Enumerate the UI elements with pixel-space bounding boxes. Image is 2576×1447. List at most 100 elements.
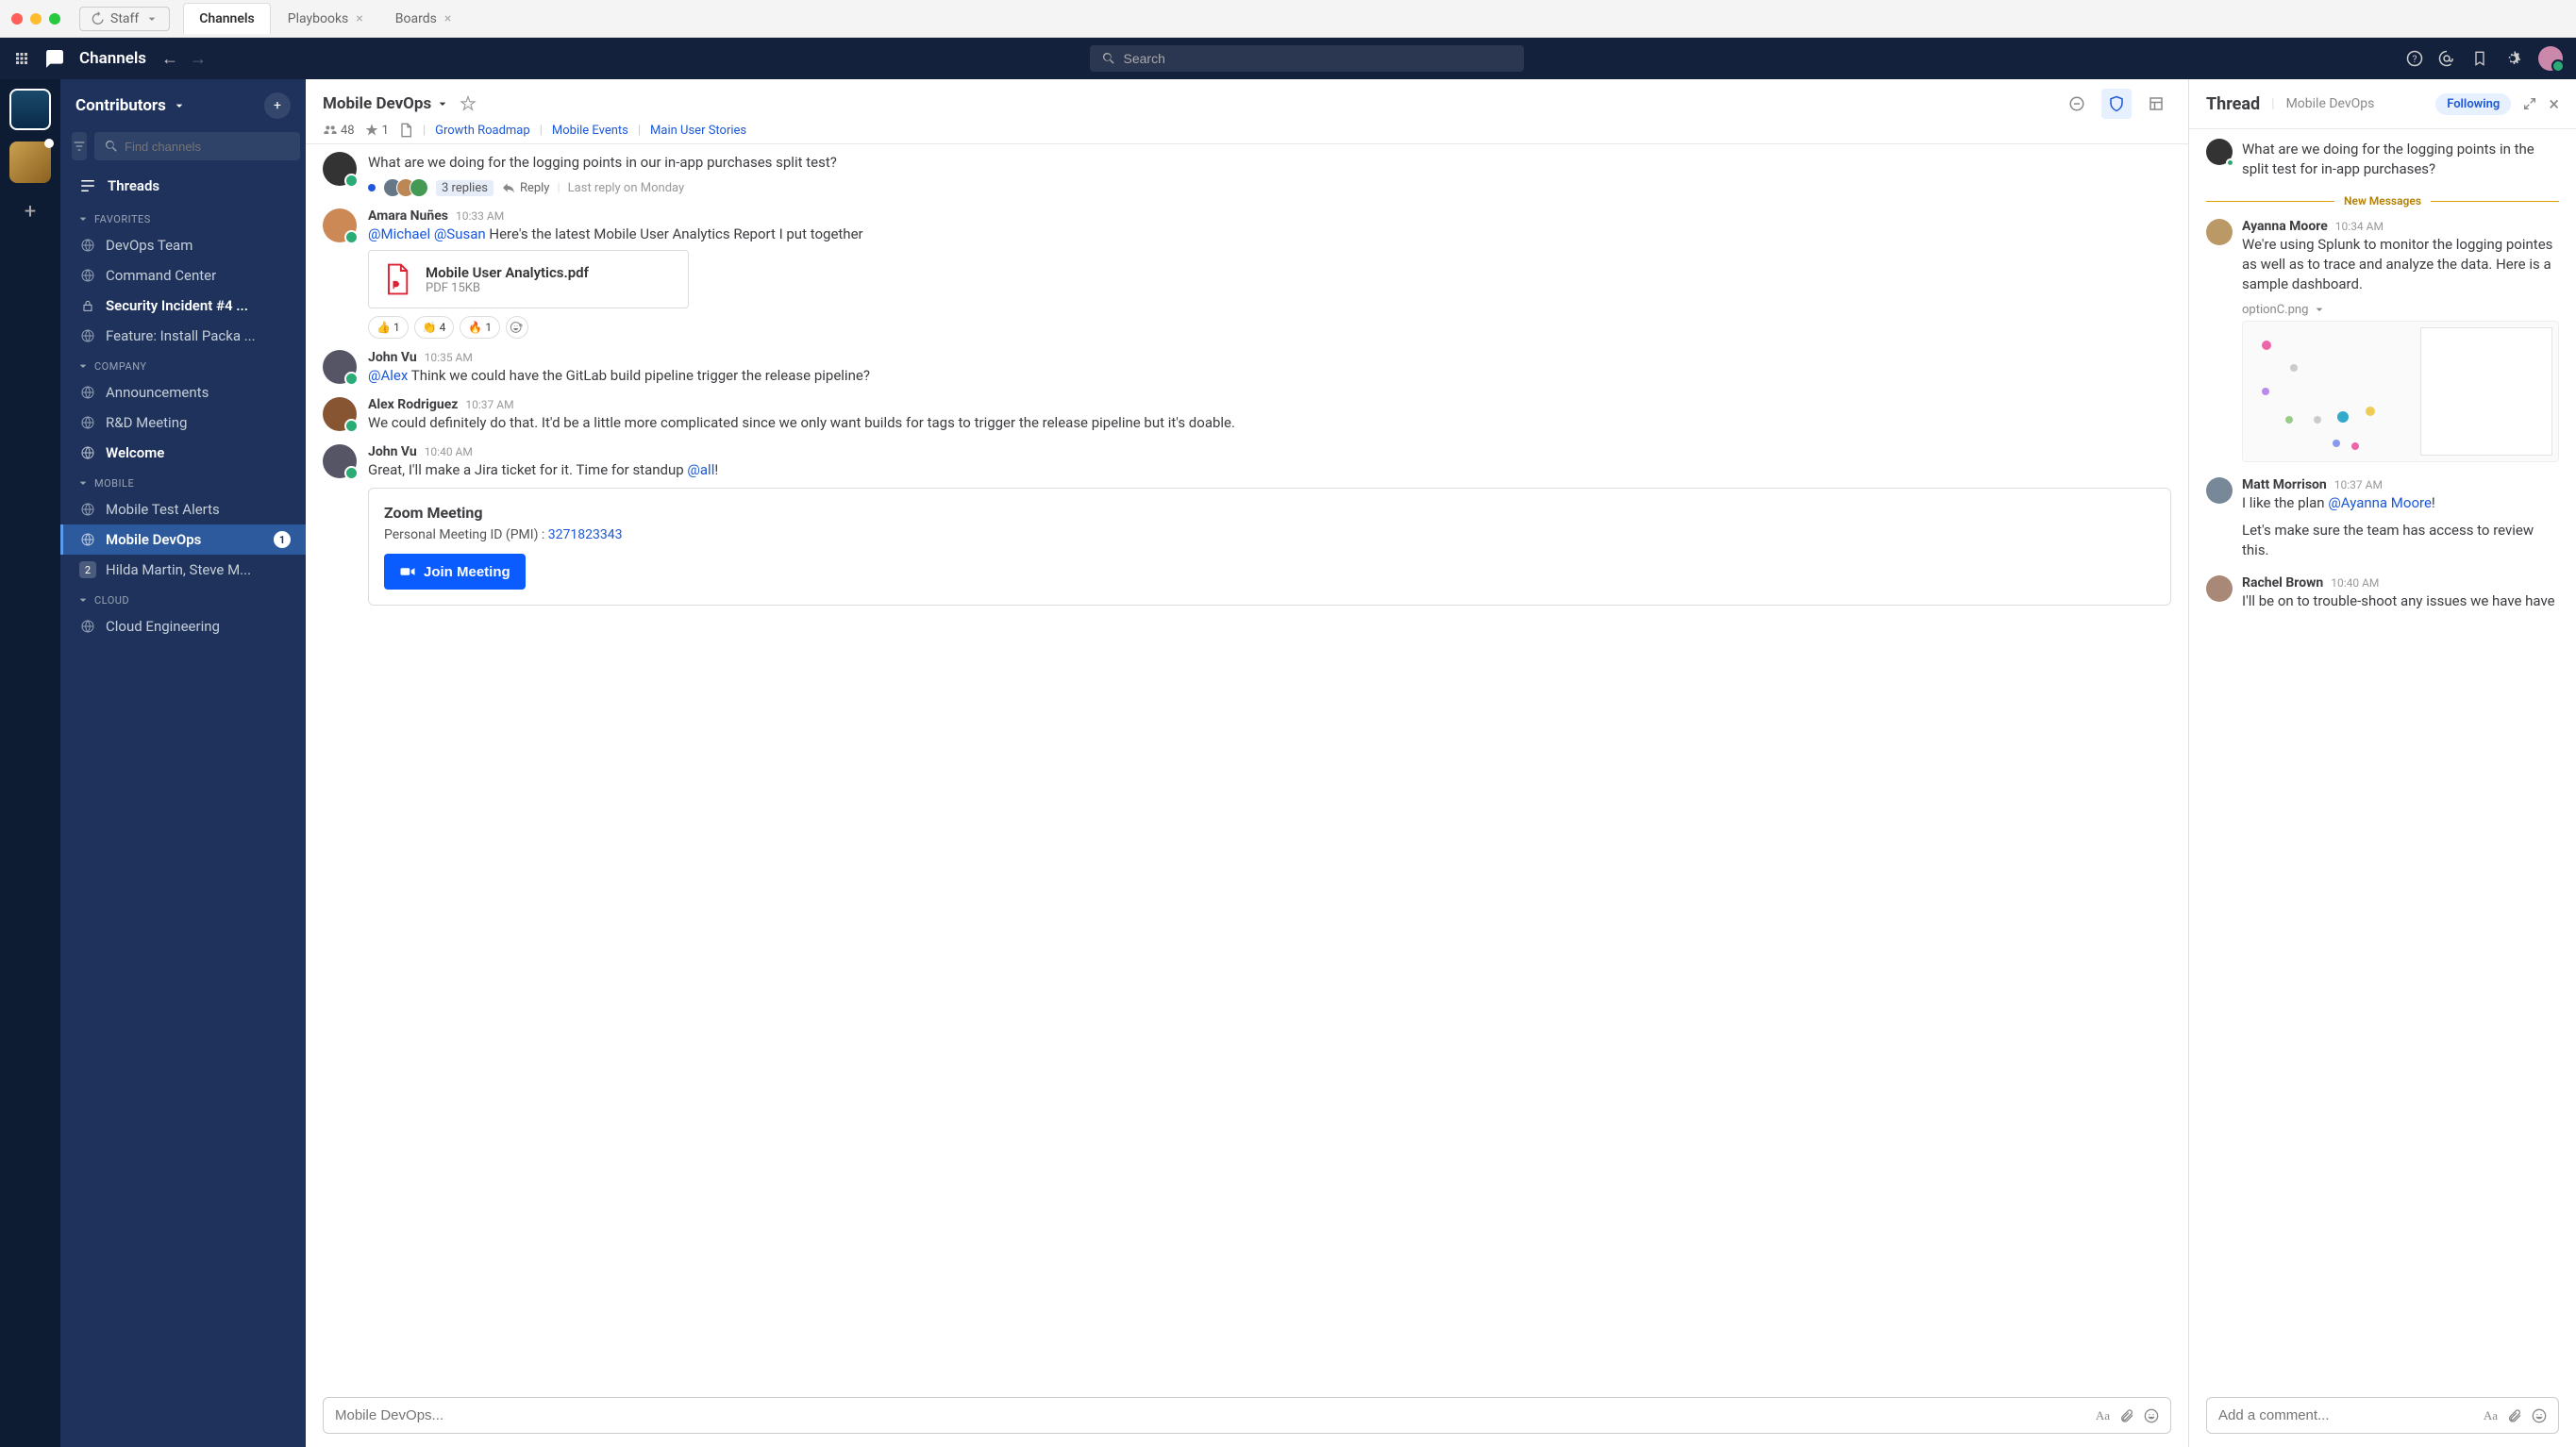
sidebar-channel[interactable]: Command Center [60,260,306,291]
tab-playbooks[interactable]: Playbooks × [273,3,378,34]
close-window[interactable] [11,13,23,25]
channel-name-dropdown[interactable]: Mobile DevOps [323,94,450,113]
avatar[interactable] [323,208,357,242]
server-other[interactable] [9,141,51,183]
author[interactable]: Amara Nuñes [368,208,448,224]
pinned-count[interactable]: 1 [364,123,389,138]
avatar[interactable] [323,444,357,478]
mention[interactable]: @Michael [368,225,430,242]
author[interactable]: John Vu [368,444,417,459]
close-icon[interactable]: × [444,11,451,26]
message-composer[interactable]: Aa [323,1397,2171,1434]
saved-icon[interactable] [2472,50,2487,67]
image-preview[interactable] [2242,321,2559,462]
section-header[interactable]: CLOUD [60,585,306,611]
search-input[interactable] [1124,51,1513,66]
new-button[interactable]: + [264,92,291,119]
add-server[interactable]: + [13,194,47,228]
find-input[interactable] [125,140,291,154]
file-attachment[interactable]: Mobile User Analytics.pdf PDF 15KB [368,250,689,308]
avatar[interactable] [323,397,357,431]
security-icon[interactable] [2101,89,2132,119]
mentions-icon[interactable] [2438,50,2455,67]
thread-input[interactable] [2218,1407,2474,1423]
close-icon[interactable]: × [356,11,362,26]
thread-composer[interactable]: Aa [2206,1397,2559,1434]
sidebar-channel[interactable]: Announcements [60,377,306,407]
mention[interactable]: @Susan [434,225,486,242]
header-link[interactable]: Main User Stories [650,124,746,138]
tab-channels[interactable]: Channels [183,3,271,34]
reply-link[interactable]: Reply [501,180,550,195]
composer-input[interactable] [335,1407,2086,1423]
mention[interactable]: @Ayanna Moore [2328,494,2432,511]
settings-icon[interactable] [2504,50,2521,67]
maximize-window[interactable] [49,13,60,25]
attachment-icon[interactable] [2507,1408,2522,1423]
header-link[interactable]: Mobile Events [552,124,628,138]
avatar[interactable] [323,152,357,186]
author[interactable]: Matt Morrison [2242,477,2327,492]
formatting-icon[interactable]: Aa [2096,1408,2110,1423]
avatar[interactable] [2206,575,2233,602]
avatar[interactable] [2206,139,2233,165]
author[interactable]: Ayanna Moore [2242,219,2328,234]
sidebar-channel[interactable]: Mobile Test Alerts [60,494,306,524]
avatar[interactable] [323,350,357,384]
avatar[interactable] [2206,477,2233,504]
board-icon[interactable] [2141,89,2171,119]
author[interactable]: John Vu [368,350,417,365]
members-count[interactable]: 48 [323,123,355,138]
following-badge[interactable]: Following [2435,93,2511,115]
thread-replies[interactable]: 3 replies Reply | Last reply on Monday [368,178,2171,197]
filter-button[interactable] [72,132,87,160]
files-icon[interactable] [398,123,413,138]
join-meeting-button[interactable]: Join Meeting [384,554,526,590]
sidebar-channel[interactable]: Security Incident #4 ... [60,291,306,321]
image-filename[interactable]: optionC.png [2242,302,2559,317]
section-header[interactable]: COMPANY [60,351,306,377]
sidebar-channel[interactable]: Welcome [60,438,306,468]
sidebar-channel[interactable]: DevOps Team [60,230,306,260]
tab-boards[interactable]: Boards × [380,3,467,34]
emoji-icon[interactable] [2144,1408,2159,1423]
formatting-icon[interactable]: Aa [2484,1408,2498,1423]
zoom-pmi-link[interactable]: 3271823343 [548,527,623,542]
close-thread[interactable]: × [2549,92,2559,115]
minimize-window[interactable] [30,13,42,25]
forward-button[interactable]: → [190,49,207,69]
server-contributors[interactable] [9,89,51,130]
sidebar-channel[interactable]: Cloud Engineering [60,611,306,641]
add-reaction[interactable] [506,316,528,339]
star-icon[interactable] [460,95,477,112]
avatar[interactable] [2206,219,2233,245]
author[interactable]: Rachel Brown [2242,575,2323,590]
thread-channel[interactable]: Mobile DevOps [2286,96,2375,111]
section-header[interactable]: FAVORITES [60,204,306,230]
mention[interactable]: @all [687,461,714,478]
user-avatar[interactable] [2538,46,2563,71]
header-link[interactable]: Growth Roadmap [435,124,530,138]
expand-icon[interactable] [2522,96,2537,111]
staff-dropdown[interactable]: Staff [79,7,170,31]
sidebar-channel[interactable]: 2Hilda Martin, Steve M... [60,555,306,585]
help-icon[interactable]: ? [2406,50,2423,67]
find-channels[interactable] [94,132,300,160]
attachment-icon[interactable] [2119,1408,2134,1423]
back-button[interactable]: ← [161,49,178,69]
sidebar-threads[interactable]: Threads [60,168,306,204]
sidebar-channel[interactable]: R&D Meeting [60,407,306,438]
emoji-icon[interactable] [2532,1408,2547,1423]
reaction[interactable]: 👍1 [368,316,409,339]
author[interactable]: Alex Rodriguez [368,397,458,412]
sidebar-channel[interactable]: Mobile DevOps1 [60,524,306,555]
workspace-switcher[interactable]: Contributors [75,96,187,115]
reaction[interactable]: 👏4 [414,316,455,339]
apps-grid-icon[interactable] [13,50,30,67]
mute-icon[interactable] [2062,89,2092,119]
global-search[interactable] [1090,45,1524,72]
reaction[interactable]: 🔥1 [460,316,500,339]
section-header[interactable]: MOBILE [60,468,306,494]
sidebar-channel[interactable]: Feature: Install Packa ... [60,321,306,351]
mention[interactable]: @Alex [368,367,408,384]
